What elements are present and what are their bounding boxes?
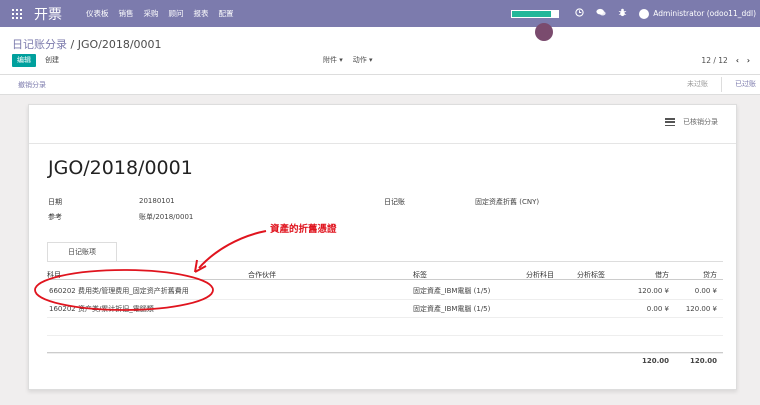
caret-down-icon: ▾: [368, 56, 373, 64]
user-menu[interactable]: Administrator (odoo11_ddl): [639, 8, 756, 19]
page-title: JGO/2018/0001: [48, 157, 193, 179]
progress-fill: [512, 10, 552, 17]
row-credit: 120.00 ¥: [685, 305, 717, 313]
table-row[interactable]: 660202 费用类/管理费用_固定资产折舊費用 固定資產_IBM電腦 (1/5…: [47, 282, 723, 300]
cursor-highlight: [535, 23, 553, 41]
total-credit: 120.00: [689, 357, 717, 365]
create-button[interactable]: 创建: [45, 54, 59, 67]
pager-value[interactable]: 12 / 12: [701, 54, 727, 67]
date-label: 日期: [48, 198, 62, 206]
pager-next-icon[interactable]: ›: [747, 54, 750, 67]
table-row-empty: [47, 318, 723, 336]
reference-label: 参考: [48, 213, 62, 221]
row-account: 660202 费用类/管理费用_固定资产折舊費用: [49, 287, 189, 295]
journal-label: 日记账: [384, 198, 405, 206]
divider: [29, 143, 736, 144]
annotation-text: 資產的折舊憑證: [270, 224, 337, 235]
reconciled-label: 已核销分录: [683, 118, 718, 126]
header-credit[interactable]: 贷方: [703, 270, 717, 280]
header-analytic-tags[interactable]: 分析标签: [577, 270, 605, 280]
tab-divider: [47, 261, 723, 262]
row-debit: 0.00 ¥: [646, 305, 669, 313]
row-label: 固定資產_IBM電腦 (1/5): [413, 305, 491, 313]
pager-previous-icon[interactable]: ‹: [736, 54, 739, 67]
breadcrumb-parent[interactable]: 日记账分录: [12, 38, 67, 51]
row-account: 160202 资产类/累计折旧_電腦類: [49, 305, 154, 313]
list-icon: [665, 118, 675, 126]
form-view: 已核销分录 JGO/2018/0001 日期 20180101 参考 账单/20…: [0, 95, 760, 405]
header-analytic-account[interactable]: 分析科目: [526, 270, 554, 280]
menu-item-purchase[interactable]: 采购: [144, 8, 159, 19]
reference-value: 账单/2018/0001: [139, 213, 194, 221]
user-name: Administrator (odoo11_ddl): [653, 9, 756, 18]
stage-draft[interactable]: 未过账: [687, 75, 720, 94]
bug-icon[interactable]: [618, 8, 627, 19]
header-account[interactable]: 科目: [47, 270, 61, 280]
control-panel: 日记账分录 / JGO/2018/0001 编辑 创建 附件 ▾ 动作 ▾ 12…: [0, 27, 760, 75]
menu-item-sales[interactable]: 销售: [119, 8, 134, 19]
action-label: 动作: [352, 56, 367, 64]
menu-item-adviser[interactable]: 顾问: [169, 8, 184, 19]
tab-journal-items[interactable]: 日记账项: [47, 242, 117, 262]
clock-icon[interactable]: [575, 8, 584, 19]
form-sheet: 已核销分录 JGO/2018/0001 日期 20180101 参考 账单/20…: [28, 104, 737, 390]
edit-button[interactable]: 编辑: [12, 54, 36, 67]
table-row[interactable]: 160202 资产类/累计折旧_電腦類 固定資產_IBM電腦 (1/5) 0.0…: [47, 300, 723, 318]
action-dropdown[interactable]: 动作 ▾: [353, 54, 373, 67]
reconciled-entries-button[interactable]: 已核销分录: [665, 117, 718, 127]
breadcrumb-current: JGO/2018/0001: [77, 38, 162, 51]
breadcrumb: 日记账分录 / JGO/2018/0001: [12, 36, 162, 52]
journal-value[interactable]: 固定资產折舊 (CNY): [475, 197, 539, 207]
attachment-dropdown[interactable]: 附件 ▾: [323, 54, 343, 67]
menu-item-dashboard[interactable]: 仪表板: [86, 8, 109, 19]
loading-progress-bar: [511, 9, 560, 18]
header-label[interactable]: 标签: [413, 270, 427, 280]
row-debit: 120.00 ¥: [637, 287, 669, 295]
menu-item-reports[interactable]: 报表: [194, 8, 209, 19]
caret-down-icon: ▾: [339, 56, 343, 64]
menu-item-config[interactable]: 配置: [219, 8, 234, 19]
avatar: [639, 8, 650, 19]
row-credit: 0.00 ¥: [694, 287, 717, 295]
date-value: 20180101: [139, 197, 175, 205]
chat-icon[interactable]: [596, 8, 606, 19]
cancel-entry-button[interactable]: 撤销分录: [18, 80, 46, 90]
table-header: 科目 合作伙伴 标签 分析科目 分析标签 借方 贷方: [47, 270, 723, 280]
header-debit[interactable]: 借方: [655, 270, 669, 280]
app-title[interactable]: 开票: [34, 4, 62, 24]
status-bar: 撤销分录 未过账 已过账: [0, 75, 760, 95]
top-navbar: 开票 仪表板 销售 采购 顾问 报表 配置 Administrator (odo…: [0, 0, 760, 27]
attachment-label: 附件: [323, 56, 337, 64]
sidebar-actions: 附件 ▾ 动作 ▾: [323, 54, 373, 67]
row-label: 固定資產_IBM電腦 (1/5): [413, 287, 491, 295]
pager: 12 / 12 ‹ ›: [701, 54, 750, 67]
total-debit: 120.00: [641, 357, 669, 365]
stage-posted[interactable]: 已过账: [735, 75, 756, 94]
header-partner[interactable]: 合作伙伴: [248, 270, 276, 280]
stage-divider: [721, 77, 722, 92]
breadcrumb-separator: /: [70, 38, 75, 51]
apps-menu-icon[interactable]: [12, 8, 22, 19]
table-footer-totals: 120.00 120.00: [47, 352, 723, 368]
